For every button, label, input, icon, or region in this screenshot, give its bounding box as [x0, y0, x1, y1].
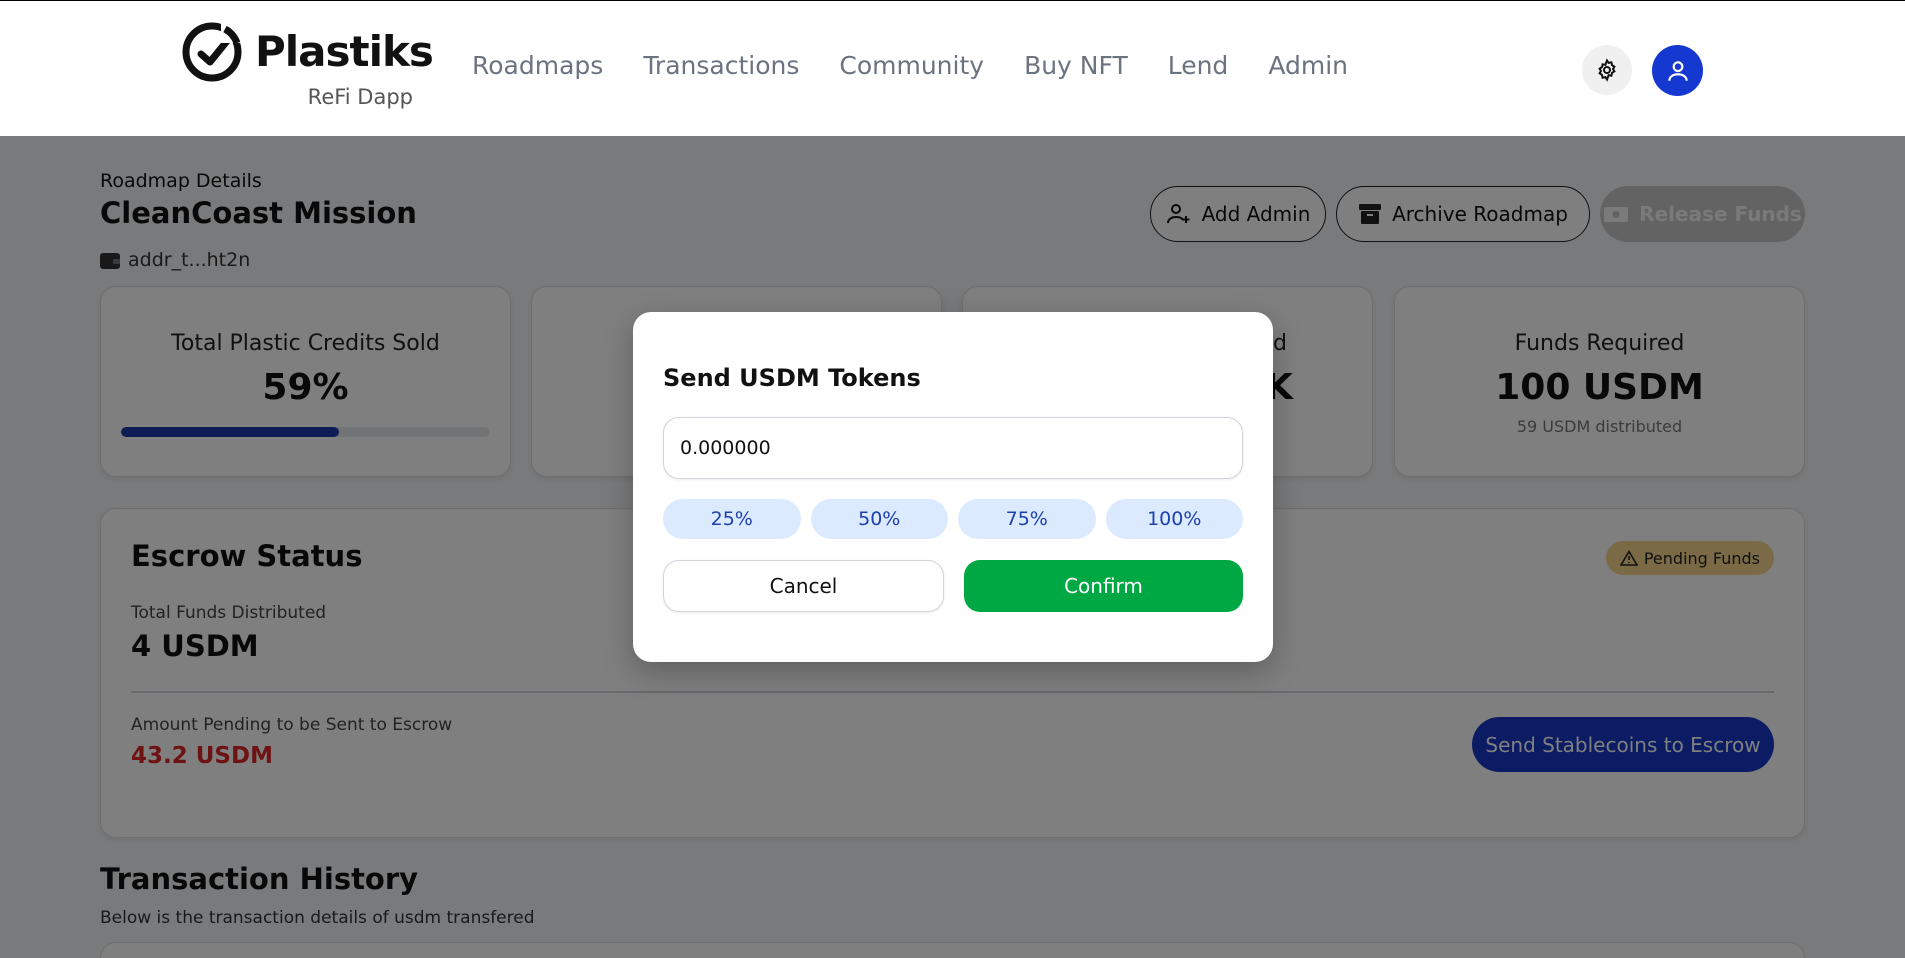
brand-name: Plastiks: [255, 27, 434, 76]
settings-button[interactable]: [1582, 45, 1632, 95]
nav-admin[interactable]: Admin: [1268, 51, 1348, 80]
plastiks-logo-icon: [182, 22, 242, 82]
nav-transactions[interactable]: Transactions: [643, 51, 799, 80]
percent-100-button[interactable]: 100%: [1105, 499, 1243, 539]
nav-buy-nft[interactable]: Buy NFT: [1024, 51, 1128, 80]
modal-title: Send USDM Tokens: [663, 364, 921, 392]
amount-input[interactable]: [663, 417, 1243, 479]
percent-25-button[interactable]: 25%: [663, 499, 801, 539]
percent-75-button[interactable]: 75%: [958, 499, 1096, 539]
percent-50-button[interactable]: 50%: [810, 499, 948, 539]
send-usdm-modal: Send USDM Tokens 25% 50% 75% 100% Cancel…: [633, 312, 1273, 662]
cancel-button[interactable]: Cancel: [663, 560, 944, 612]
nav-lend[interactable]: Lend: [1168, 51, 1229, 80]
main-nav: Roadmaps Transactions Community Buy NFT …: [472, 51, 1348, 80]
user-icon: [1667, 60, 1688, 81]
brand-logo[interactable]: Plastiks ReFi Dapp: [181, 21, 434, 113]
percent-options: 25% 50% 75% 100%: [663, 499, 1243, 539]
brand-tagline: ReFi Dapp: [307, 85, 413, 109]
nav-roadmaps[interactable]: Roadmaps: [472, 51, 603, 80]
confirm-button[interactable]: Confirm: [964, 560, 1243, 612]
top-navbar: Plastiks ReFi Dapp Roadmaps Transactions…: [0, 0, 1905, 136]
nav-community[interactable]: Community: [839, 51, 984, 80]
profile-button[interactable]: [1652, 45, 1703, 96]
gear-icon: [1598, 58, 1616, 82]
